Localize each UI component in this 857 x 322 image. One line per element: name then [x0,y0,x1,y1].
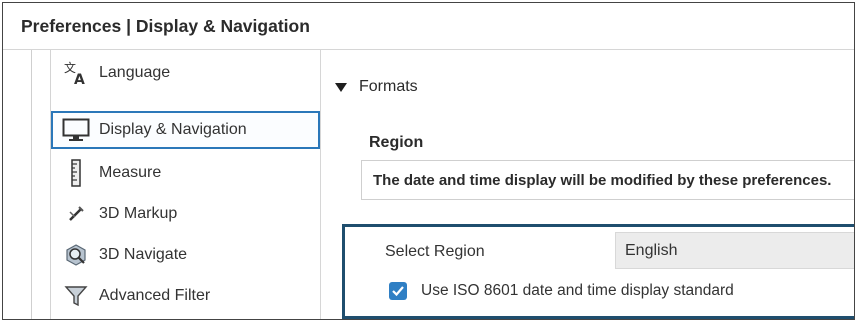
sidebar-list: 文 A Language Display & Navigation Measur… [50,50,320,319]
iso-8601-label: Use ISO 8601 date and time display stand… [421,282,734,299]
region-heading: Region [369,134,424,151]
sidebar-item-label: Display & Navigation [99,121,247,138]
region-info-text: The date and time display will be modifi… [361,160,854,200]
select-region-label: Select Region [385,243,485,260]
sidebar-item-display-navigation[interactable]: Display & Navigation [51,111,320,149]
sidebar-item-label: 3D Navigate [99,246,188,263]
language-icon: 文 A [61,60,91,86]
caret-down-icon [335,82,347,92]
sidebar-item-advanced-filter[interactable]: Advanced Filter [53,277,320,315]
checkmark-icon [392,286,404,297]
navigate-icon [61,242,91,268]
formats-section-toggle[interactable]: Formats [335,78,418,96]
sidebar-item-label: Measure [99,164,162,181]
sidebar-item-measure[interactable]: Measure [53,154,320,192]
sidebar-item-3d-navigate[interactable]: 3D Navigate [53,236,320,274]
window-title: Preferences | Display & Navigation [3,3,854,50]
iso-8601-checkbox[interactable] [389,282,407,300]
preferences-content: Formats Region The date and time display… [321,50,854,319]
ruler-icon [61,159,91,187]
sidebar-item-3d-markup[interactable]: 3D Markup [53,195,320,233]
markup-pen-icon [61,201,91,227]
iso-8601-option[interactable]: Use ISO 8601 date and time display stand… [389,282,734,300]
sidebar-item-label: Advanced Filter [99,287,211,304]
region-select[interactable]: English [615,232,854,269]
formats-section-label: Formats [359,78,418,95]
filter-icon [61,283,91,309]
sidebar-item-language[interactable]: 文 A Language [53,54,320,92]
svg-text:A: A [74,72,85,86]
region-settings-panel: Select Region English Use ISO 8601 date … [342,224,854,319]
sidebar-item-label: Language [99,64,171,81]
monitor-icon [61,117,91,143]
sidebar-item-label: 3D Markup [99,205,178,222]
preferences-sidebar: 文 A Language Display & Navigation Measur… [31,50,321,319]
preferences-window: Preferences | Display & Navigation 文 A L… [2,2,855,320]
